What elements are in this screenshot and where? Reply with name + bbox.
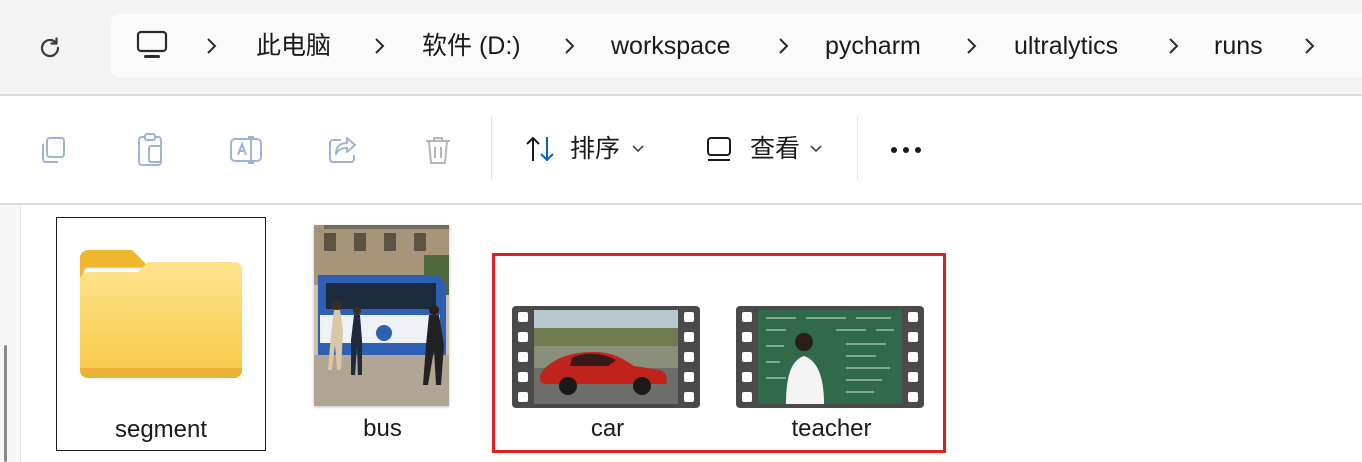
view-icon [707, 137, 731, 161]
breadcrumb-this-pc[interactable]: 此电脑 [256, 31, 331, 61]
chevron-down-icon [810, 145, 822, 153]
copy-button[interactable] [33, 130, 73, 170]
rename-icon [230, 136, 262, 164]
toolbar-separator [491, 116, 492, 180]
toolbar-separator [857, 116, 858, 180]
file-name: teacher [791, 415, 872, 442]
breadcrumb-workspace[interactable]: workspace [611, 31, 731, 61]
chevron-right-icon[interactable] [776, 34, 792, 58]
breadcrumb-runs[interactable]: runs [1214, 31, 1263, 61]
view-label: 查看 [750, 135, 801, 163]
breadcrumb[interactable]: 此电脑 软件 (D:) workspace pycharm ultralytic… [111, 14, 1362, 77]
address-bar-area: 此电脑 软件 (D:) workspace pycharm ultralytic… [0, 0, 1362, 94]
refresh-button[interactable] [30, 28, 70, 68]
trash-icon [426, 137, 450, 164]
folder-icon [80, 250, 242, 378]
bus-photo [314, 225, 449, 406]
command-bar: 排序 查看 [0, 96, 1362, 203]
file-name: car [590, 415, 625, 442]
sort-icon [526, 137, 554, 161]
breadcrumb-pycharm[interactable]: pycharm [825, 31, 921, 61]
file-item-teacher[interactable]: teacher [729, 295, 934, 447]
more-icon [891, 147, 921, 153]
file-item-car[interactable]: car [505, 295, 710, 447]
sort-label: 排序 [570, 135, 621, 163]
chevron-right-icon[interactable] [1166, 34, 1182, 58]
file-item-segment[interactable]: segment [56, 217, 266, 451]
video-thumbnail [512, 306, 700, 408]
chevron-down-icon [632, 145, 644, 153]
chevron-right-icon[interactable] [372, 34, 388, 58]
chevron-right-icon[interactable] [1302, 34, 1318, 58]
video-thumbnail [736, 306, 924, 408]
paste-button[interactable] [130, 130, 170, 170]
view-button[interactable]: 查看 [700, 126, 830, 172]
chevron-right-icon[interactable] [562, 34, 578, 58]
more-options-button[interactable] [886, 130, 926, 170]
chevron-right-icon[interactable] [204, 34, 220, 58]
breadcrumb-ultralytics[interactable]: ultralytics [1014, 31, 1118, 61]
file-item-bus[interactable]: bus [300, 217, 465, 449]
chevron-right-icon[interactable] [964, 34, 980, 58]
paste-icon [138, 133, 162, 166]
file-name: bus [363, 415, 402, 442]
share-icon [329, 137, 356, 163]
scrollbar[interactable] [4, 345, 7, 462]
this-pc-icon[interactable] [135, 28, 169, 62]
copy-icon [42, 137, 65, 163]
delete-button[interactable] [418, 130, 458, 170]
share-button[interactable] [322, 130, 362, 170]
image-thumbnail [314, 225, 449, 406]
sort-button[interactable]: 排序 [520, 126, 650, 172]
breadcrumb-drive-d[interactable]: 软件 (D:) [422, 31, 521, 61]
refresh-icon [40, 37, 60, 58]
file-name: segment [114, 416, 208, 443]
rename-button[interactable] [226, 130, 266, 170]
